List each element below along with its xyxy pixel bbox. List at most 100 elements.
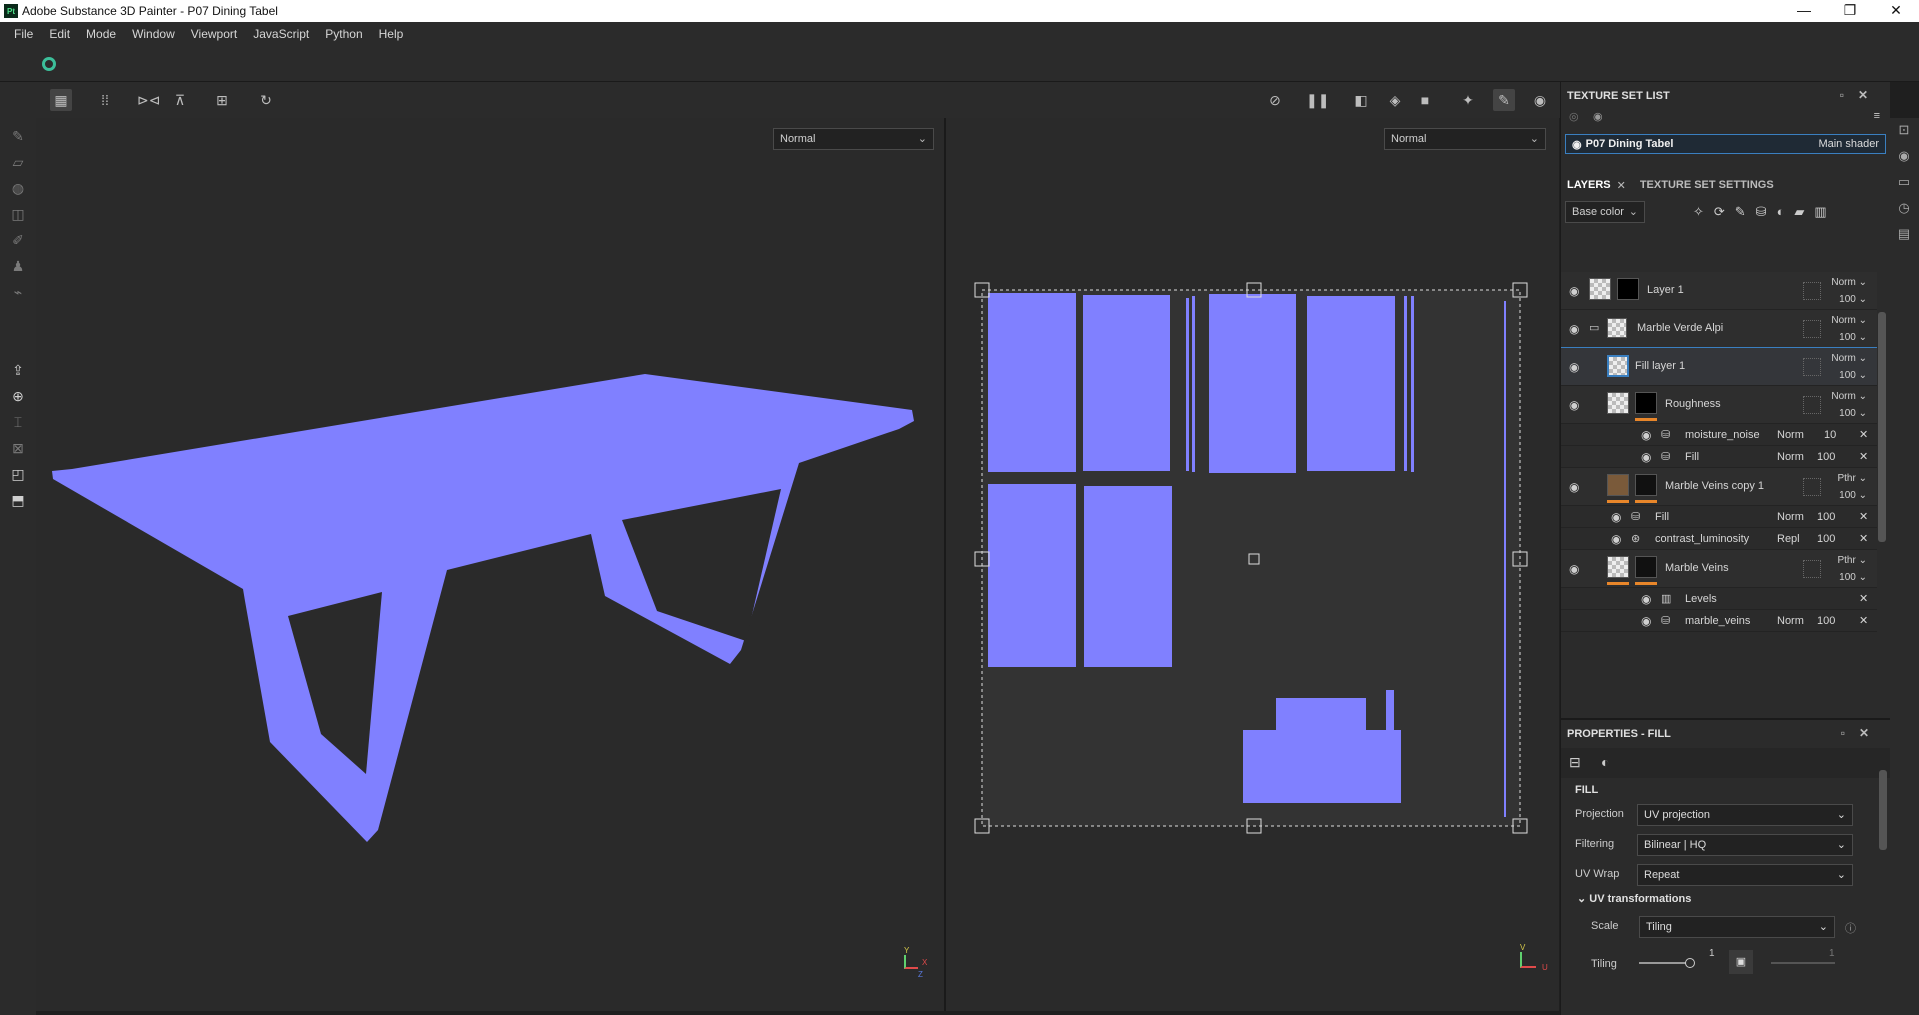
clone-icon[interactable]: ♟ — [8, 258, 28, 278]
eye-icon[interactable]: ◉ — [1569, 284, 1579, 298]
eye-icon[interactable]: ◉ — [1641, 428, 1651, 442]
menu-mode[interactable]: Mode — [78, 27, 124, 41]
layer-row-selected[interactable]: ◉ Fill layer 1 Norm ⌄ 100 ⌄ — [1561, 347, 1877, 387]
smudge-icon[interactable]: ✐ — [8, 232, 28, 252]
projection-icon[interactable]: ◍ — [8, 180, 28, 200]
panel-controls[interactable]: ▫✕ — [1841, 726, 1883, 740]
eye-icon[interactable]: ◉ — [1569, 322, 1579, 336]
info-icon[interactable]: ⓘ — [1845, 920, 1856, 936]
effect-opacity[interactable]: 100 — [1817, 511, 1835, 523]
remove-icon[interactable]: ✕ — [1859, 614, 1868, 627]
split-view-icon[interactable]: ◧ — [1350, 89, 1372, 111]
properties-scrollbar[interactable] — [1879, 770, 1887, 850]
menu-javascript[interactable]: JavaScript — [245, 27, 317, 41]
eye-icon[interactable]: ◉ — [1569, 360, 1579, 374]
tiling-slider-track-2[interactable] — [1771, 962, 1835, 964]
settings-tab-icon[interactable]: ⊟ — [1569, 754, 1581, 771]
measure-icon[interactable]: ⌶ — [8, 414, 28, 434]
menu-viewport[interactable]: Viewport — [183, 27, 245, 41]
layer-blend[interactable]: Norm ⌄ 100 ⌄ — [1831, 274, 1867, 308]
paint-brush-icon[interactable]: ✎ — [8, 128, 28, 148]
bake-icon[interactable]: ⊕ — [8, 388, 28, 408]
projection-select[interactable]: UV projection ⌄ — [1637, 804, 1853, 826]
eye-icon[interactable]: ◉ — [1611, 532, 1621, 546]
texture-set-item[interactable]: ◉ P07 Dining Tabel Main shader — [1565, 134, 1886, 154]
uv-layout[interactable] — [946, 118, 1559, 1011]
menu-help[interactable]: Help — [371, 27, 412, 41]
color-picker-icon[interactable]: ⌁ — [8, 284, 28, 304]
display-settings-icon[interactable]: ◉ — [1895, 148, 1913, 166]
remove-icon[interactable]: ✕ — [1859, 532, 1868, 545]
menu-icon[interactable]: ≡ — [1874, 110, 1880, 122]
visibility-off-icon[interactable]: ◎ — [1569, 110, 1579, 123]
effect-opacity[interactable]: 10 — [1824, 429, 1836, 441]
eye-icon[interactable]: ◉ — [1569, 562, 1579, 576]
shelf-icon[interactable]: ⊡ — [1895, 122, 1913, 140]
layer-row[interactable]: ◉ Marble Veins Pthr ⌄ 100 ⌄ — [1561, 550, 1877, 588]
tab-texture-set-settings[interactable]: TEXTURE SET SETTINGS — [1634, 179, 1780, 191]
menu-python[interactable]: Python — [317, 27, 370, 41]
layer-blend[interactable]: Norm ⌄ 100 ⌄ — [1831, 312, 1867, 346]
effect-blend[interactable]: Norm — [1777, 511, 1804, 523]
tiling-slider-track[interactable] — [1639, 962, 1689, 964]
eye-icon[interactable]: ◉ — [1641, 592, 1651, 606]
material-tab-icon[interactable]: ◐ — [1601, 754, 1609, 770]
effect-opacity[interactable]: 100 — [1817, 615, 1835, 627]
maximize-button[interactable]: ❐ — [1827, 0, 1873, 22]
sync-status-icon[interactable] — [42, 57, 56, 71]
remove-icon[interactable]: ✕ — [1859, 592, 1868, 605]
minimize-button[interactable]: — — [1781, 0, 1827, 22]
photo-icon[interactable]: ◰ — [8, 466, 28, 486]
viewport-uv[interactable]: Normal ⌄ V U — [946, 118, 1559, 1011]
effect-row[interactable]: ◉ ⛁ Fill Norm 100 ✕ — [1561, 446, 1877, 468]
layer-action-icons[interactable]: ✧⟳✎⛁◐▰▥ — [1693, 204, 1837, 220]
grid-options-icon[interactable]: ⁞⁞ — [94, 89, 116, 111]
eraser-icon[interactable]: ▱ — [8, 154, 28, 174]
layer-row[interactable]: ◉ Roughness Norm ⌄ 100 ⌄ — [1561, 386, 1877, 424]
menu-edit[interactable]: Edit — [41, 27, 78, 41]
effects-icon[interactable]: ✦ — [1457, 89, 1479, 111]
uvwrap-select[interactable]: Repeat ⌄ — [1637, 864, 1853, 886]
effect-blend[interactable]: Norm — [1777, 615, 1804, 627]
table-mesh[interactable] — [36, 118, 944, 1011]
eye-icon[interactable]: ◉ — [1572, 138, 1582, 151]
symmetry-icon[interactable]: ⊳⊲ — [137, 89, 160, 111]
effect-row[interactable]: ◉ ▥ Levels ✕ — [1561, 588, 1877, 610]
flip-vertical-icon[interactable]: ⊼ — [169, 89, 191, 111]
grid-snap-icon[interactable]: ▦ — [50, 89, 72, 111]
tiling-slider-handle[interactable] — [1685, 958, 1695, 968]
eye-icon[interactable]: ◉ — [1641, 614, 1651, 628]
viewport-3d[interactable]: Normal ⌄ Y X Z — [36, 118, 944, 1011]
scale-select[interactable]: Tiling ⌄ — [1639, 916, 1835, 938]
panel-controls[interactable]: ▫✕ — [1840, 88, 1882, 102]
export-icon[interactable]: ⇪ — [8, 362, 28, 382]
layer-row[interactable]: ◉ Layer 1 Norm ⌄ 100 ⌄ — [1561, 272, 1877, 310]
eye-icon[interactable]: ◉ — [1569, 480, 1579, 494]
layer-blend[interactable]: Norm ⌄ 100 ⌄ — [1831, 350, 1867, 384]
layer-blend[interactable]: Pthr ⌄ 100 ⌄ — [1837, 552, 1867, 586]
remove-icon[interactable]: ✕ — [1859, 428, 1868, 441]
effect-row[interactable]: ◉ ⛁ marble_veins Norm 100 ✕ — [1561, 610, 1877, 632]
eye-icon[interactable]: ◉ — [1611, 510, 1621, 524]
effect-opacity[interactable]: 100 — [1817, 533, 1835, 545]
filtering-select[interactable]: Bilinear | HQ ⌄ — [1637, 834, 1853, 856]
history-panel-icon[interactable]: ◷ — [1895, 200, 1913, 218]
close-window-button[interactable]: ✕ — [1873, 0, 1919, 22]
layer-blend[interactable]: Pthr ⌄ 100 ⌄ — [1837, 470, 1867, 504]
close-tab-icon[interactable]: ✕ — [1617, 179, 1626, 192]
log-icon[interactable]: ▤ — [1895, 226, 1913, 244]
layer-row[interactable]: ◉ Marble Veins copy 1 Pthr ⌄ 100 ⌄ — [1561, 468, 1877, 506]
remove-icon[interactable]: ✕ — [1859, 450, 1868, 463]
pause-icon[interactable]: ❚❚ — [1306, 89, 1329, 111]
hide-overlay-icon[interactable]: ⊘ — [1264, 89, 1286, 111]
history-icon[interactable]: ↻ — [255, 89, 277, 111]
geometry-mask-icon[interactable]: ◫ — [8, 206, 28, 226]
channel-select[interactable]: Base color ⌄ — [1565, 201, 1645, 223]
effect-row[interactable]: ◉ ⛁ Fill Norm 100 ✕ — [1561, 506, 1877, 528]
uv-icon[interactable]: ⊠ — [8, 440, 28, 460]
library-icon[interactable]: ▭ — [1895, 174, 1913, 192]
add-icon[interactable]: ⊞ — [211, 89, 233, 111]
tab-layers[interactable]: LAYERS — [1561, 179, 1617, 191]
layer-blend[interactable]: Norm ⌄ 100 ⌄ — [1831, 388, 1867, 422]
effect-row[interactable]: ◉ ⛁ moisture_noise Norm 10 ✕ — [1561, 424, 1877, 446]
